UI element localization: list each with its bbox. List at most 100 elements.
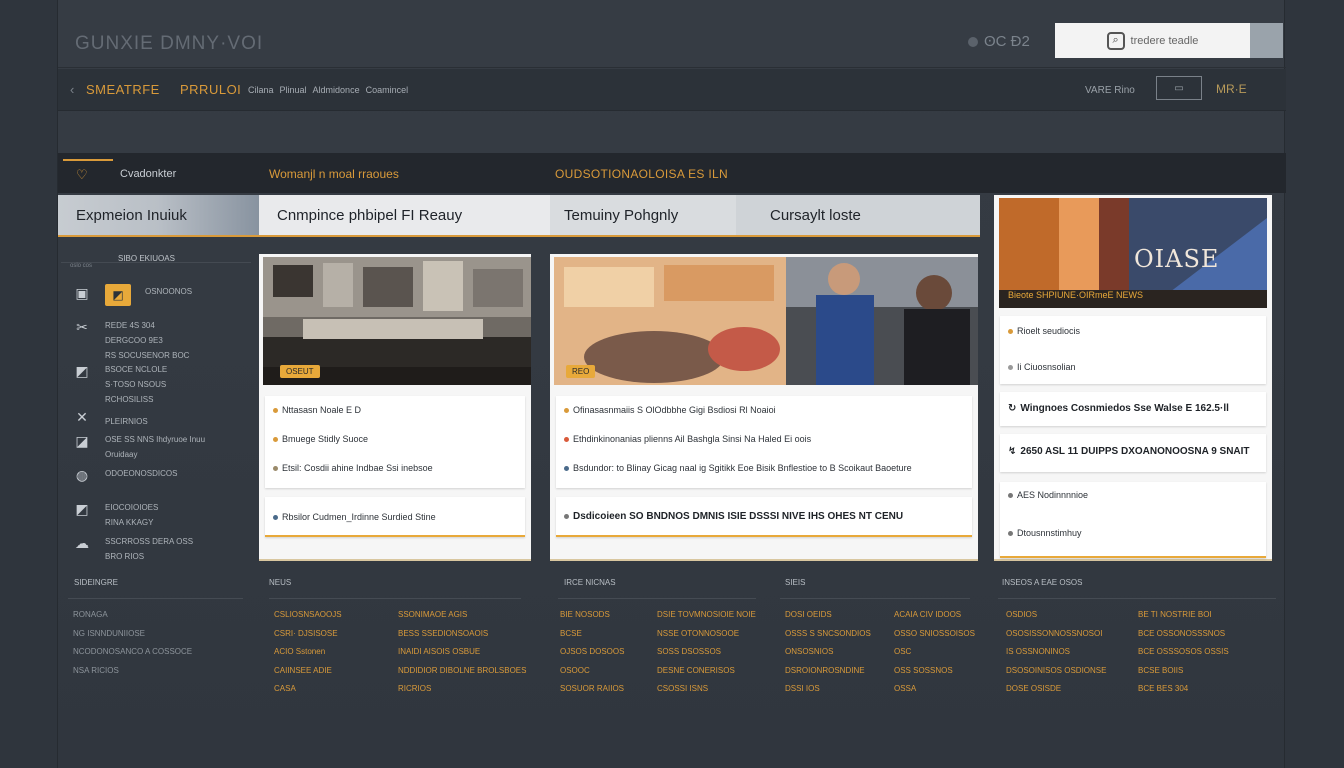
tab-1[interactable]: Expmeion Inuiuk [58,195,259,235]
footer-link[interactable]: SOSS DSOSSOS [657,643,756,662]
footer-link[interactable]: CSOSSI ISNS [657,680,756,699]
tab-bar: Expmeion Inuiuk Cnmpince phbipel FI Reau… [58,195,980,237]
footer-column: SSONIMAOE AGIS BESS SSEDIONSOAOIS INAIDI… [398,606,526,699]
list-item[interactable]: ↻ Wingnoes Cosnmiedos Sse Walse E 162.5·l… [1000,392,1266,426]
footer-link[interactable]: CASA [274,680,342,699]
footer-column: OSDIOS OSOSISSONNOSSNOSOI IS OSSNONINOS … [1006,606,1106,699]
section-header: ♡ Cvadonkter Womanjl n moal rraoues OUDS… [58,153,1286,193]
list-item[interactable]: Rioelt seudiocis Ii Ciuosnsolian [1000,316,1266,384]
tab-3[interactable]: Temuiny Pohgnly [550,195,736,235]
sidebar-item[interactable]: ◍ ODOEONOSDICOS [71,466,178,484]
sidebar-item[interactable]: ▣ ◩ OSNOONOS [71,284,192,306]
footer-link[interactable]: RONAGA [73,606,192,625]
footer-link[interactable]: OSDIOS [1006,606,1106,625]
footer-link[interactable]: OSSO SNIOSSOISOS [894,625,975,644]
doc-icon: ◩ [75,500,89,517]
flag-icon: ◩ [75,362,89,379]
nav-link[interactable]: Plinual [280,85,307,95]
footer-link[interactable]: DSIE TOVMNOSIOIE NOIE [657,606,756,625]
footer-link[interactable]: CAIINSEE ADIE [274,662,342,681]
footer-link[interactable]: SSONIMAOE AGIS [398,606,526,625]
footer-link[interactable]: DSSI IOS [785,680,871,699]
footer-link[interactable]: ACIO Sstonen [274,643,342,662]
active-item-icon: ◩ [105,284,131,306]
footer-link[interactable]: CSLIOSNSAOOJS [274,606,342,625]
tab-4[interactable]: Cursaylt loste [736,195,980,235]
footer-link[interactable]: ONSOSNIOS [785,643,871,662]
footer-link[interactable]: RICRIOS [398,680,526,699]
footer-link[interactable]: CSRI· DJSISOSE [274,625,342,644]
footer-divider [68,598,243,599]
sidebar-item[interactable]: ✕ PLEIRNIOS [71,408,148,429]
content-card[interactable]: OSEUT Nttasasn Noale E D Bmuege Stidly S… [259,254,531,561]
footer-link[interactable]: DOSE OSISDE [1006,680,1106,699]
search-button[interactable] [1250,23,1283,58]
footer-link[interactable]: OSC [894,643,975,662]
section-link[interactable]: OUDSOTIONAOLOISA ES ILN [555,167,728,181]
footer-link[interactable]: DSROIONROSNDINE [785,662,871,681]
footer-link[interactable]: NDDIDIOR DIBOLNE BROLSBOES [398,662,526,681]
nav-link[interactable]: Cilana [248,85,274,95]
heart-icon: ♡ [76,167,88,182]
list-item[interactable]: AES Nodinnnnioe Dtousnnstimhuy [1000,482,1266,558]
content-card[interactable]: REO Ofinasasnmaiis S OlOdbbhe Gigi Bsdio… [550,254,978,561]
footer-link[interactable]: OJSOS DOSOOS [560,643,624,662]
footer-heading: IRCE NICNAS [564,578,616,587]
sidebar-item[interactable]: ✂ REDE 4S 304 DERGCOO 9E3 RS SOCUSENOR B… [71,318,189,363]
link-icon: ↻ [1008,403,1017,414]
footer-link[interactable]: BIE NOSODS [560,606,624,625]
footer-link[interactable]: BCSE BOIIS [1138,662,1229,681]
footer-link[interactable]: ACAIA CIV IDOOS [894,606,975,625]
list-item[interactable]: ↯ 2650 ASL 11 DUIPPS DXOANONOOSNA 9 SNAIT [1000,434,1266,472]
section-subtitle[interactable]: Womanjl n moal rraoues [269,167,399,181]
sidebar-item[interactable]: ◪ OSE SS NNS Ihdyruoe Inuu Oruidaay [71,432,205,462]
footer-link[interactable]: IS OSSNONINOS [1006,643,1106,662]
account-chip[interactable]: ▭ [1156,76,1202,100]
item-text: Nttasasn Noale E D [282,405,362,415]
sidebar-item-label: OSE SS NNS Ihdyruoe Inuu [105,435,206,444]
footer-link[interactable]: BCE OSSSOSOS OSSIS [1138,643,1229,662]
footer-link[interactable]: BCE BES 304 [1138,680,1229,699]
footer-link[interactable]: OSOSISSONNOSSNOSOI [1006,625,1106,644]
footer-link[interactable]: BE TI NOSTRIE BOI [1138,606,1229,625]
sidebar-item[interactable]: ◩ BSOCE NCLOLE S·TOSO NSOUS RCHOSILISS [71,362,167,407]
brand-logo[interactable]: GUNXIE DMNY·VOI [75,33,263,55]
list-item[interactable]: Ofinasasnmaiis S OlOdbbhe Gigi Bsdiosi R… [556,396,972,488]
chart-icon: ◪ [75,432,89,449]
nav-link[interactable]: Aldmidonce [313,85,360,95]
footer-column: DSIE TOVMNOSIOIE NOIE NSSE OTONNOSOOE SO… [657,606,756,699]
footer-link[interactable]: BESS SSEDIONSOAOIS [398,625,526,644]
nav-item-right[interactable]: MR·E [1216,82,1247,96]
list-item[interactable]: Dsdicoieen SO BNDNOS DMNIS ISIE DSSSI NI… [556,497,972,537]
footer-link[interactable]: OSSS S SNCSONDIOS [785,625,871,644]
tab-2[interactable]: Cnmpince phbipel FI Reauy [259,195,550,235]
back-chevron-icon[interactable]: ‹ [70,82,74,97]
card-image[interactable] [554,257,978,385]
footer-link[interactable]: OSOOC [560,662,624,681]
footer-link[interactable]: NCODONOSANCO A COSSOCE [73,643,192,662]
footer-link[interactable]: OSS SOSSNOS [894,662,975,681]
nav-item-primary[interactable]: SMEATRFE [86,82,160,97]
list-item[interactable]: Rbsilor Cudmen_Irdinne Surdied Stine [265,497,525,537]
nav-item-secondary[interactable]: PRRULOI [180,82,241,97]
footer-link[interactable]: DESNE CONERISOS [657,662,756,681]
footer-link[interactable]: NG ISNNDUNIIOSE [73,625,192,644]
sidebar-item-label: RS SOCUSENOR BOC [105,351,190,360]
footer-link[interactable]: INAIDI AISOIS OSBUE [398,643,526,662]
sidebar-item[interactable]: ◩ EIOCOIOIOES RINA KKAGY [71,500,158,530]
search-input[interactable]: ⌕ tredere teadle [1055,23,1250,58]
footer-link[interactable]: BCE OSSONOSSSNOS [1138,625,1229,644]
footer-link[interactable]: DOSI OEIDS [785,606,871,625]
list-item[interactable]: Nttasasn Noale E D Bmuege Stidly Suoce E… [265,396,525,488]
footer-link[interactable]: BCSE [560,625,624,644]
footer-link[interactable]: NSA RICIOS [73,662,192,681]
item-text: Wingnoes Cosnmiedos Sse Walse E 162.5·ll [1020,403,1229,414]
footer-link[interactable]: SOSUOR RAIIOS [560,680,624,699]
footer-link[interactable]: OSSA [894,680,975,699]
footer-link[interactable]: NSSE OTONNOSOOE [657,625,756,644]
footer-link[interactable]: DSOSOINISOS OSDIONSE [1006,662,1106,681]
user-label[interactable]: VARE Rino [1085,85,1135,96]
sidebar-item[interactable]: ☁ SSCRROSS DERA OSS BRO RIOS [71,534,193,564]
feature-card[interactable]: OIASE Bieote SHPIUNE·OIRmeE NEWS Rioelt … [994,195,1272,561]
nav-link[interactable]: Coamincel [366,85,409,95]
